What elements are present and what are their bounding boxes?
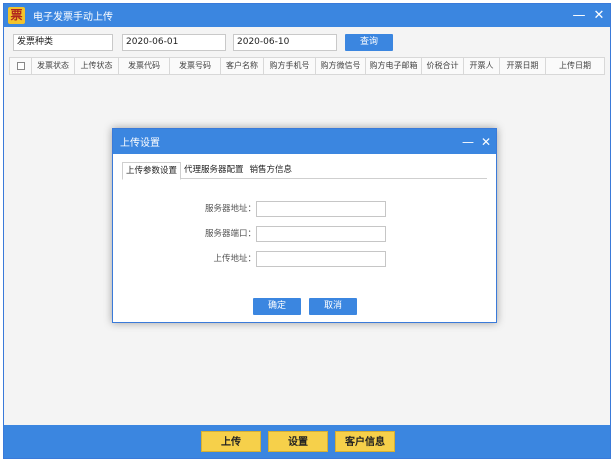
query-button[interactable]: 查询 <box>345 34 393 51</box>
settings-button[interactable]: 设置 <box>268 431 328 452</box>
tab-proxy-config[interactable]: 代理服务器配置 <box>181 162 247 178</box>
server-port-row: 服务器端口： <box>113 226 496 243</box>
upload-address-input[interactable] <box>256 251 386 267</box>
column-header[interactable]: 上传日期 <box>546 58 604 74</box>
column-header[interactable]: 购方手机号 <box>264 58 316 74</box>
dialog-tabs: 上传参数设置 代理服务器配置 销售方信息 <box>122 162 487 180</box>
column-header[interactable]: 客户名称 <box>221 58 264 74</box>
dialog-title-bar: 上传设置 — ✕ <box>113 129 496 154</box>
filter-bar: 发票种类 2020-06-01 2020-06-10 查询 <box>4 34 610 54</box>
column-header[interactable]: 购方电子邮箱 <box>366 58 422 74</box>
invoice-type-input[interactable]: 发票种类 <box>13 34 113 51</box>
end-date-input[interactable]: 2020-06-10 <box>233 34 337 51</box>
bottom-toolbar: 上传 设置 客户信息 <box>4 425 610 458</box>
server-port-input[interactable] <box>256 226 386 242</box>
column-header[interactable]: 开票日期 <box>500 58 546 74</box>
server-address-input[interactable] <box>256 201 386 217</box>
column-header[interactable]: 发票号码 <box>170 58 221 74</box>
select-all-checkbox[interactable] <box>16 62 25 70</box>
upload-address-row: 上传地址： <box>113 251 496 268</box>
ok-button[interactable]: 确定 <box>253 298 301 315</box>
close-button[interactable]: ✕ <box>590 8 608 23</box>
dialog-close-button[interactable]: ✕ <box>478 135 494 149</box>
window-title: 电子发票手动上传 <box>33 12 113 23</box>
minimize-button[interactable]: — <box>570 8 588 23</box>
column-header[interactable]: 发票代码 <box>119 58 170 74</box>
column-header[interactable]: 发票状态 <box>32 58 75 74</box>
upload-settings-dialog: 上传设置 — ✕ 上传参数设置 代理服务器配置 销售方信息 服务器地址： 服务器… <box>112 128 497 323</box>
table-header: 发票状态 上传状态 发票代码 发票号码 客户名称 购方手机号 购方微信号 购方电… <box>9 57 605 75</box>
upload-address-label: 上传地址： <box>213 254 256 264</box>
server-address-row: 服务器地址： <box>113 201 496 218</box>
customer-info-button[interactable]: 客户信息 <box>335 431 395 452</box>
upload-button[interactable]: 上传 <box>201 431 261 452</box>
dialog-title: 上传设置 <box>120 138 160 149</box>
cancel-button[interactable]: 取消 <box>309 298 357 315</box>
invoice-app-icon: 票 <box>8 7 25 24</box>
title-bar: 票 电子发票手动上传 — ✕ <box>4 4 610 27</box>
tab-seller-info[interactable]: 销售方信息 <box>247 162 296 178</box>
server-port-label: 服务器端口： <box>204 229 256 239</box>
dialog-minimize-button[interactable]: — <box>460 135 476 149</box>
column-header[interactable]: 价税合计 <box>422 58 464 74</box>
column-header[interactable]: 上传状态 <box>75 58 119 74</box>
select-all-cell <box>10 58 32 74</box>
column-header[interactable]: 购方微信号 <box>316 58 366 74</box>
start-date-input[interactable]: 2020-06-01 <box>122 34 226 51</box>
server-address-label: 服务器地址： <box>204 204 256 214</box>
tab-upload-params[interactable]: 上传参数设置 <box>122 162 182 180</box>
column-header[interactable]: 开票人 <box>464 58 500 74</box>
